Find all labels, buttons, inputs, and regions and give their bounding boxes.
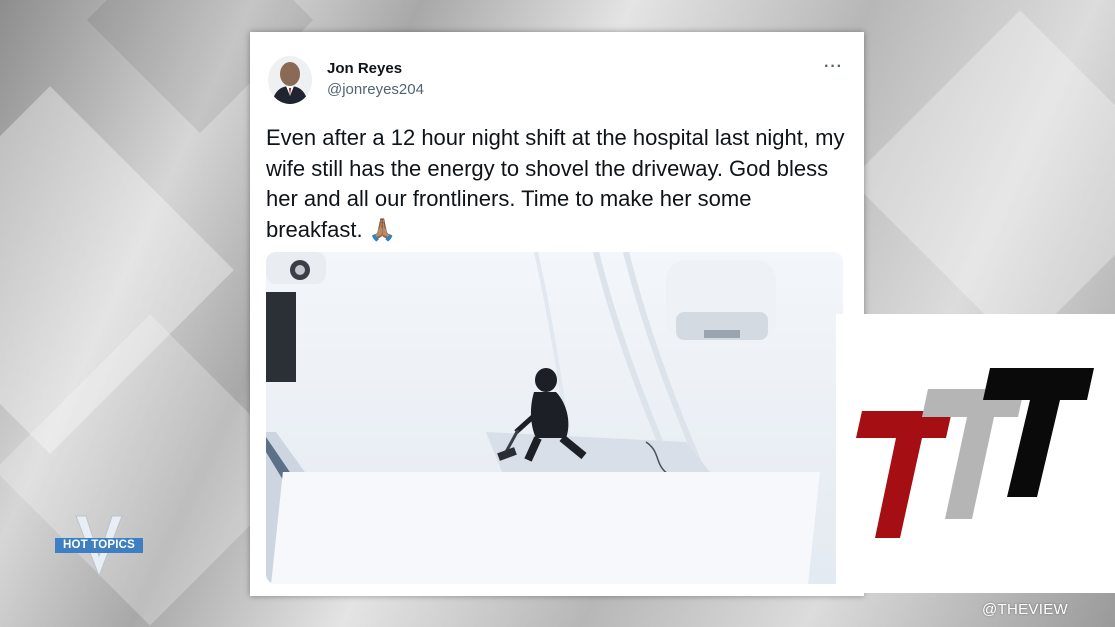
ttt-logo-panel: [836, 314, 1115, 593]
author-name[interactable]: Jon Reyes: [327, 60, 402, 77]
parked-car: [666, 260, 776, 340]
broadcast-frame: Jon Reyes @jonreyes204 ··· Even after a …: [0, 0, 1115, 627]
folded-hands-emoji: 🙏🏽: [368, 216, 397, 242]
background-shape: [850, 10, 1115, 350]
avatar[interactable]: [268, 56, 312, 104]
tweet-text: Even after a 12 hour night shift at the …: [266, 123, 851, 245]
avatar-image: [268, 56, 312, 104]
hot-topics-label: HOT TOPICS: [55, 538, 143, 553]
snow-shoveling-photo: [266, 252, 843, 584]
more-options-icon[interactable]: ···: [824, 58, 843, 76]
tweet-photo[interactable]: [266, 252, 843, 584]
tweet-body: Even after a 12 hour night shift at the …: [266, 125, 845, 242]
ttt-logo-icon: [856, 368, 1094, 538]
author-handle[interactable]: @jonreyes204: [327, 81, 424, 98]
network-watermark: @THEVIEW: [982, 601, 1068, 618]
